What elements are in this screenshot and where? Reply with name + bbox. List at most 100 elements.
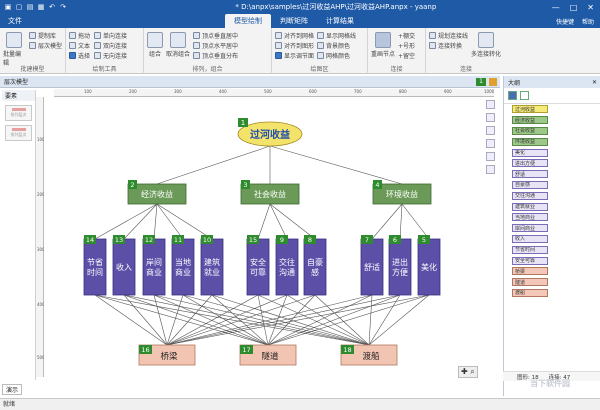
convert-links-button[interactable]: 连接转换 [429,40,468,50]
plan-links-button[interactable]: 规划连接线 [429,30,468,40]
shortcut-button[interactable]: 快捷键 [556,17,574,26]
link-line[interactable] [269,203,288,240]
criteria-node[interactable]: 3 社会收益 [240,180,300,205]
align-vcenter-button[interactable]: 顶点垂直居中 [193,30,238,40]
subcriteria-node[interactable]: 9 交往沟通 [275,235,299,296]
criteria-node[interactable]: 2 经济收益 [127,180,187,205]
blank-option[interactable]: +留空 [398,50,415,60]
outline-item[interactable]: 自豪感 [512,180,600,191]
link-line[interactable] [371,203,403,240]
element-thumb[interactable]: 排列层次 [5,105,32,121]
hierarchy-diagram[interactable]: 1 过河收益 2 经济收益 3 社会收益 4 环境收益 14 节省时间 13 收入 12 岸间商业 11 当地… [44,97,496,380]
link-line[interactable] [401,203,430,240]
doc-tab-layer-model[interactable]: 层次模型 [4,77,28,86]
grid-color-button[interactable]: 网格颜色 [317,50,356,60]
tool-lock-icon[interactable] [485,113,495,122]
redraw-nodes-button[interactable]: 重画节点 [371,30,395,60]
distribute-vertical-button[interactable]: 顶点垂直分布 [193,50,238,60]
link-line[interactable] [211,294,370,346]
link-line[interactable] [123,203,158,240]
link-line[interactable] [156,203,184,240]
redo-icon[interactable]: ↷ [59,3,67,11]
ungroup-button[interactable]: 取消组合 [166,30,190,60]
link-line[interactable] [153,203,158,240]
drag-tool[interactable]: 拖动 [69,30,90,40]
link-line[interactable] [269,203,316,240]
text-tool[interactable]: 文本 [69,40,90,50]
group-button[interactable]: 组合 [147,30,163,60]
outline-item[interactable]: 经济收益 [512,115,600,126]
zoom-icon[interactable]: ✚ ⌕ [458,366,478,378]
link-line[interactable] [368,294,373,346]
subcriteria-node[interactable]: 5 美化 [417,235,441,296]
outline-item[interactable]: 美化 [512,147,600,158]
background-color-button[interactable]: 背景颜色 [317,40,356,50]
subcriteria-node[interactable]: 14 节省时间 [83,235,107,296]
outline-item[interactable]: 桥梁 [512,266,600,277]
close-button[interactable]: ✕ [587,3,594,12]
outline-item[interactable]: 环境收益 [512,136,600,147]
link-line[interactable] [267,294,401,346]
element-thumb[interactable]: 排列层次 [5,125,32,141]
outline-item[interactable]: 过河收益 [512,104,600,115]
one-way-link-tool[interactable]: 单向连接 [94,30,127,40]
multi-link-convert-button[interactable]: 多连接转化 [471,30,501,58]
refresh-icon[interactable] [520,91,529,100]
show-gridlines-checkbox[interactable]: 显示网格线 [317,30,356,40]
outline-item[interactable]: 建筑就业 [512,201,600,212]
tree-view-icon[interactable] [508,91,517,100]
link-line[interactable] [153,294,370,346]
open-icon[interactable]: ▤ [26,3,34,11]
file-menu[interactable]: 文件 [0,16,30,28]
alternative-node[interactable]: 16 桥梁 [138,344,196,366]
tab-results[interactable]: 计算结果 [317,14,363,28]
align-hcenter-button[interactable]: 顶点水平居中 [193,40,238,50]
goal-node[interactable]: 1 过河收益 [237,118,303,147]
undo-icon[interactable]: ↶ [48,3,56,11]
help-button[interactable]: 帮助 [582,17,594,26]
template-lib-button[interactable]: 提制库 [28,30,62,40]
outline-item[interactable]: 社会收益 [512,126,600,137]
folder-icon[interactable] [489,77,497,86]
tab-judgment-matrix[interactable]: 判断矩阵 [271,14,317,28]
maximize-button[interactable]: □ [570,3,578,12]
subcriteria-node[interactable]: 12 岸间商业 [142,235,166,296]
subcriteria-node[interactable]: 13 收入 [112,235,136,296]
link-line[interactable] [368,294,430,346]
batch-edit-button[interactable]: 批量编辑 [3,30,26,67]
minimize-button[interactable]: — [552,3,560,12]
outline-item[interactable]: 进出方便 [512,158,600,169]
tool-select-icon[interactable] [485,100,495,109]
subcriteria-node[interactable]: 10 建筑就业 [200,235,224,296]
outline-item[interactable]: 收入 [512,234,600,245]
tool-delete-icon[interactable] [485,139,495,148]
layer-model-button[interactable]: 层次模型 [28,40,62,50]
link-line[interactable] [399,203,403,240]
link-line[interactable] [166,294,430,346]
show-guides-button[interactable]: 显示调节面 [275,50,314,60]
alternative-node[interactable]: 17 隧道 [239,344,297,366]
link-line[interactable] [156,145,271,185]
link-line[interactable] [94,203,158,240]
close-icon[interactable]: ✕ [592,79,597,86]
tool-copy-icon[interactable] [485,126,495,135]
select-tool[interactable]: 选择 [69,50,90,60]
subcriteria-node[interactable]: 8 自豪感 [303,235,327,296]
snap-shape-button[interactable]: 对齐到图形 [275,40,314,50]
link-line[interactable] [257,203,271,240]
sign-option[interactable]: +号形 [398,40,415,50]
tab-model-draw[interactable]: 模型绘制 [225,14,271,28]
link-line[interactable] [94,294,269,346]
outline-item[interactable]: 岸间商业 [512,223,600,234]
tool-export-icon[interactable] [485,165,495,174]
tool-image-icon[interactable] [485,152,495,161]
subcriteria-node[interactable]: 7 舒适 [360,235,384,296]
outline-item[interactable]: 渡船 [512,288,600,299]
outline-item[interactable]: 安全可靠 [512,255,600,266]
undirected-link-tool[interactable]: 无向连接 [94,50,127,60]
cross-option[interactable]: +棚交 [398,30,415,40]
outline-item[interactable]: 交往沟通 [512,190,600,201]
outline-item[interactable]: 当地商业 [512,212,600,223]
subcriteria-node[interactable]: 15 安全可靠 [246,235,270,296]
save-icon[interactable]: ▦ [37,3,45,11]
